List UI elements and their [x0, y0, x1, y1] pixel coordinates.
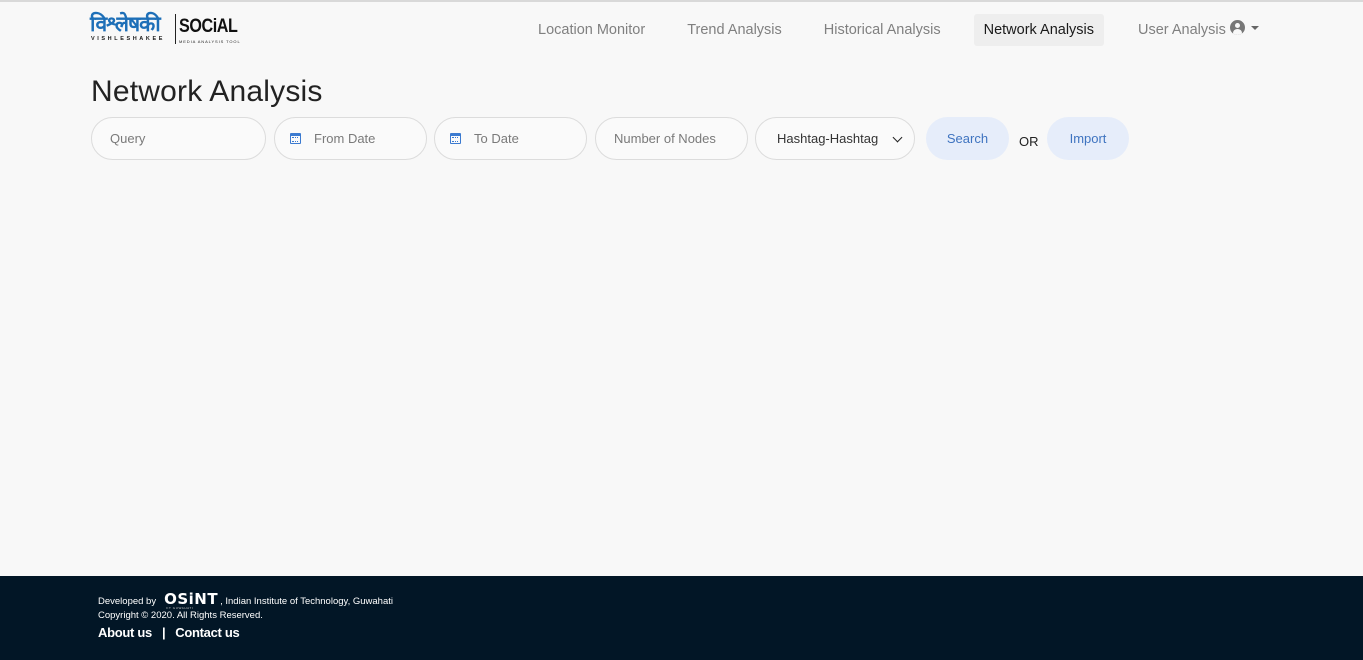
number-of-nodes-field[interactable] — [595, 117, 748, 160]
brand-logo-social: SOCiAL MEDIA ANALYSIS TOOL — [178, 14, 241, 45]
or-separator: OR — [1019, 134, 1039, 149]
contact-us-link[interactable]: Contact us — [175, 625, 239, 640]
search-button[interactable]: Search — [926, 117, 1009, 160]
osint-logo: OSiNT IIT GUWAHATI — [164, 591, 217, 610]
query-input[interactable] — [110, 131, 265, 146]
chevron-down-icon — [892, 132, 903, 143]
from-date-field[interactable] — [274, 117, 427, 160]
developed-by-label: Developed by — [98, 595, 157, 607]
brand-tagline: MEDIA ANALYSIS TOOL — [179, 39, 241, 44]
to-date-field[interactable] — [434, 117, 587, 160]
to-date-input[interactable] — [474, 131, 586, 146]
copyright-text: Copyright © 2020. All Rights Reserved. — [98, 610, 263, 621]
brand-logo[interactable]: विश्लेषकी VISHLESHAKEE SOCiAL MEDIA ANAL… — [90, 12, 241, 46]
calendar-icon — [290, 133, 301, 144]
developed-by-line: Developed by OSiNT IIT GUWAHATI , Indian… — [98, 591, 393, 610]
nav-historical-analysis[interactable]: Historical Analysis — [814, 14, 951, 46]
about-us-link[interactable]: About us — [98, 625, 152, 640]
page-footer: Developed by OSiNT IIT GUWAHATI , Indian… — [0, 576, 1363, 660]
network-type-select[interactable]: Hashtag-Hashtag — [755, 117, 915, 160]
brand-logo-hindi: विश्लेषकी VISHLESHAKEE — [90, 12, 172, 44]
main-nav: Location Monitor Trend Analysis Historic… — [528, 12, 1258, 48]
user-menu-dropdown[interactable] — [1230, 20, 1259, 35]
user-circle-icon — [1230, 20, 1245, 35]
page-title: Network Analysis — [91, 75, 323, 108]
nav-network-analysis[interactable]: Network Analysis — [973, 14, 1105, 46]
brand-divider — [175, 14, 176, 44]
network-type-value: Hashtag-Hashtag — [777, 131, 879, 146]
nav-user-analysis[interactable]: User Analysis — [1128, 14, 1236, 46]
nav-trend-analysis[interactable]: Trend Analysis — [677, 14, 792, 46]
brand-latin-text: VISHLESHAKEE — [91, 36, 165, 42]
institute-name: , Indian Institute of Technology, Guwaha… — [220, 595, 393, 607]
brand-social-text: SOCiAL — [179, 16, 238, 37]
top-navbar: विश्लेषकी VISHLESHAKEE SOCiAL MEDIA ANAL… — [0, 2, 1363, 58]
calendar-icon — [450, 133, 461, 144]
query-field[interactable] — [91, 117, 266, 160]
caret-down-icon — [1251, 25, 1259, 30]
from-date-input[interactable] — [314, 131, 426, 146]
nav-location-monitor[interactable]: Location Monitor — [528, 14, 655, 46]
import-button[interactable]: Import — [1047, 117, 1129, 160]
brand-hindi-text: विश्लेषकी — [90, 12, 161, 36]
footer-links: About us | Contact us — [98, 625, 240, 640]
footer-link-separator: | — [161, 625, 166, 640]
number-of-nodes-input[interactable] — [614, 131, 747, 146]
osint-logo-text: OSiNT — [164, 590, 219, 608]
